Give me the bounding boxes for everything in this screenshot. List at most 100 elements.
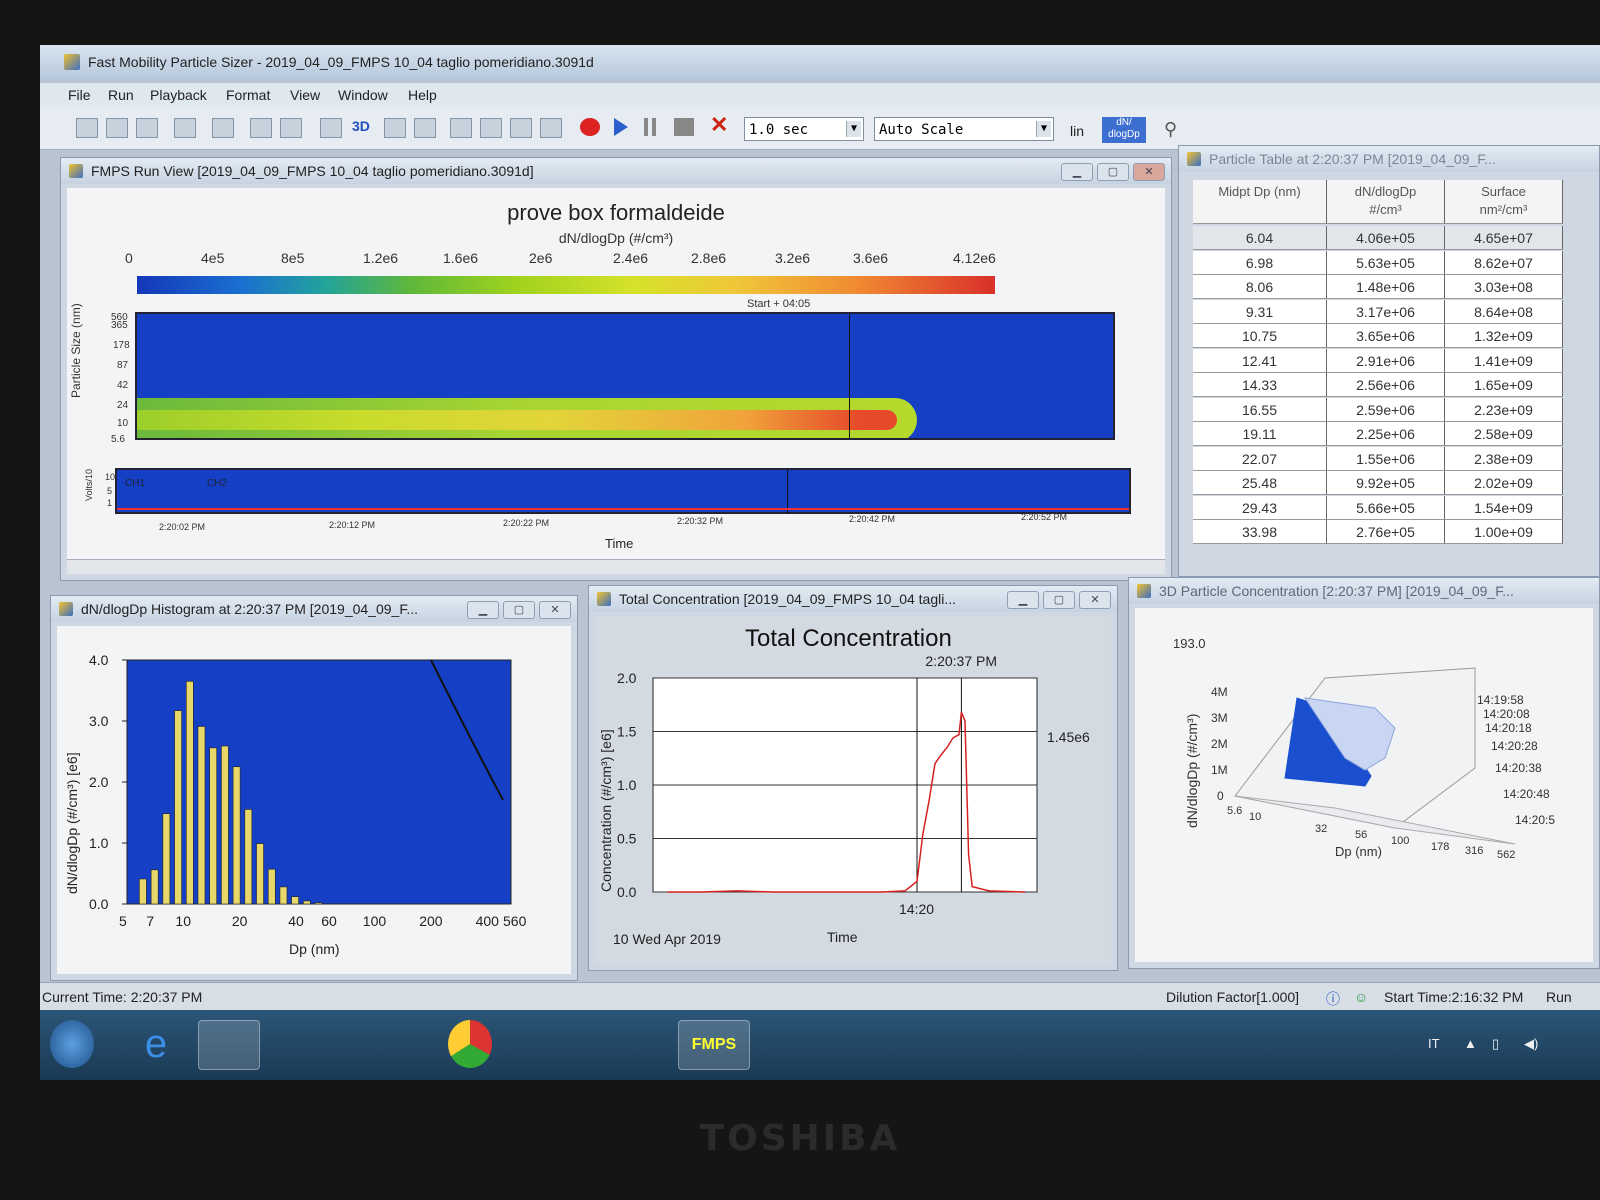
time-cursor-line[interactable] xyxy=(849,314,850,438)
internet-explorer-icon[interactable]: e xyxy=(126,1020,186,1068)
save-icon[interactable] xyxy=(174,118,196,138)
dn-dlogdp-button[interactable]: dN/ dlogDp xyxy=(1102,117,1146,143)
interval-select[interactable]: 1.0 sec ▼ xyxy=(744,117,864,141)
y-tick: 5.6 xyxy=(111,434,125,445)
new-file-icon[interactable] xyxy=(76,118,98,138)
maximize-button[interactable]: ▢ xyxy=(1043,591,1075,609)
report-icon-3[interactable] xyxy=(510,118,532,138)
file-explorer-icon[interactable] xyxy=(198,1020,260,1070)
play-icon[interactable] xyxy=(614,118,628,136)
chevron-down-icon[interactable]: ▼ xyxy=(846,121,861,137)
table-row[interactable]: 22.07 1.55e+06 2.38e+09 xyxy=(1193,446,1573,472)
histogram-window: dN/dlogDp Histogram at 2:20:37 PM [2019_… xyxy=(50,595,578,981)
column-header[interactable]: dN/dlogDp #/cm³ xyxy=(1327,180,1445,224)
media-player-icon[interactable] xyxy=(368,1020,428,1068)
table-row[interactable]: 8.06 1.48e+06 3.03e+08 xyxy=(1193,275,1573,300)
dp-tick: 56 xyxy=(1355,829,1367,841)
table-row[interactable]: 19.11 2.25e+06 2.58e+09 xyxy=(1193,422,1573,447)
table-row[interactable]: 6.04 4.06e+05 4.65e+07 xyxy=(1193,226,1573,251)
stop-icon[interactable] xyxy=(674,118,694,136)
fmps-taskbar-button[interactable]: FMPS xyxy=(678,1020,750,1070)
tray-expand-icon[interactable]: ▲ xyxy=(1464,1036,1477,1051)
print-icon[interactable] xyxy=(250,118,272,138)
table-row[interactable]: 6.98 5.63e+05 8.62e+07 xyxy=(1193,250,1573,276)
minimize-button[interactable]: ▁ xyxy=(1007,591,1039,609)
close-button[interactable]: ✕ xyxy=(1079,591,1111,609)
table-row[interactable]: 14.33 2.56e+06 1.65e+09 xyxy=(1193,373,1573,398)
3d-body: 193.0 dN/dlogDp (#/cm³) 4M 3M 2M 1M 0 Dp… xyxy=(1135,608,1593,962)
column-header[interactable]: Midpt Dp (nm) xyxy=(1193,180,1327,224)
app-icon[interactable] xyxy=(526,1020,586,1068)
table-cell: 6.04 xyxy=(1193,226,1327,250)
time-tick: 14:20:5 xyxy=(1515,813,1555,827)
minimize-button[interactable]: ▁ xyxy=(1061,163,1093,181)
menu-help[interactable]: Help xyxy=(408,87,437,103)
cancel-x-icon[interactable]: ✕ xyxy=(710,114,730,136)
time-tick: 2:20:52 PM xyxy=(1021,512,1068,522)
table-row[interactable]: 25.48 9.92e+05 2.02e+09 xyxy=(1193,471,1573,496)
report-icon-2[interactable] xyxy=(480,118,502,138)
table-row[interactable]: 29.43 5.66e+05 1.54e+09 xyxy=(1193,495,1573,521)
particle-table-titlebar: Particle Table at 2:20:37 PM [2019_04_09… xyxy=(1179,146,1599,172)
report-icon-1[interactable] xyxy=(450,118,472,138)
pause-icon[interactable] xyxy=(644,118,656,136)
chrome-icon[interactable] xyxy=(448,1020,492,1068)
time-tick: 2:20:22 PM xyxy=(503,518,550,528)
chevron-down-icon[interactable]: ▼ xyxy=(1036,121,1051,137)
language-indicator[interactable]: IT xyxy=(1428,1036,1440,1051)
menu-file[interactable]: File xyxy=(68,87,91,103)
horizontal-scrollbar[interactable] xyxy=(67,559,1165,574)
minimize-button[interactable]: ▁ xyxy=(467,601,499,619)
x-tick: 60 xyxy=(321,913,337,929)
table-row[interactable]: 12.41 2.91e+06 1.41e+09 xyxy=(1193,348,1573,374)
menu-playback[interactable]: Playback xyxy=(150,87,207,103)
line-chart-icon[interactable] xyxy=(414,118,436,138)
maximize-button[interactable]: ▢ xyxy=(1097,163,1129,181)
table-row[interactable]: 9.31 3.17e+06 8.64e+08 xyxy=(1193,299,1573,325)
copy-icon[interactable] xyxy=(212,118,234,138)
z-tick: 2M xyxy=(1211,737,1228,751)
open-folder-icon[interactable] xyxy=(106,118,128,138)
table-row[interactable]: 10.75 3.65e+06 1.32e+09 xyxy=(1193,324,1573,349)
menu-format[interactable]: Format xyxy=(226,87,270,103)
table-row[interactable]: 16.55 2.59e+06 2.23e+09 xyxy=(1193,397,1573,423)
table-row[interactable]: 33.98 2.76e+05 1.00e+09 xyxy=(1193,520,1573,545)
folder-icon[interactable] xyxy=(286,1020,346,1068)
menu-view[interactable]: View xyxy=(290,87,320,103)
bar-chart-icon[interactable] xyxy=(320,118,342,138)
lin-toggle[interactable]: lin xyxy=(1070,123,1084,139)
start-button[interactable] xyxy=(50,1020,94,1068)
battery-icon[interactable]: ▯ xyxy=(1492,1036,1499,1052)
maximize-button[interactable]: ▢ xyxy=(503,601,535,619)
time-tick: 14:20:48 xyxy=(1503,787,1550,801)
table-cell: 16.55 xyxy=(1193,397,1327,422)
colorbar-tick: 2.4e6 xyxy=(613,250,649,266)
dp-tick: 316 xyxy=(1465,845,1483,857)
3d-title: 3D Particle Concentration [2:20:37 PM] [… xyxy=(1159,583,1514,599)
pin-icon[interactable]: ⚲ xyxy=(1164,119,1177,140)
window-app-icon[interactable] xyxy=(606,1020,666,1068)
3d-chart: 193.0 dN/dlogDp (#/cm³) 4M 3M 2M 1M 0 Dp… xyxy=(1173,636,1555,861)
menu-run[interactable]: Run xyxy=(108,87,134,103)
close-button[interactable]: ✕ xyxy=(539,601,571,619)
record-icon[interactable] xyxy=(580,118,600,136)
y-tick: 0.0 xyxy=(89,896,109,912)
table-cell: 2.91e+06 xyxy=(1327,348,1445,373)
menu-window[interactable]: Window xyxy=(338,87,388,103)
3d-view-button[interactable]: 3D xyxy=(352,118,372,136)
y-tick: 42 xyxy=(117,380,129,391)
table-icon[interactable] xyxy=(384,118,406,138)
open-archive-icon[interactable] xyxy=(136,118,158,138)
3d-titlebar: 3D Particle Concentration [2:20:37 PM] [… xyxy=(1129,578,1599,604)
table-cell: 5.63e+05 xyxy=(1327,250,1445,275)
volume-icon[interactable]: ◀) xyxy=(1524,1036,1538,1052)
scale-select[interactable]: Auto Scale ▼ xyxy=(874,117,1054,141)
close-button[interactable]: ✕ xyxy=(1133,163,1165,181)
table-cell: 1.65e+09 xyxy=(1445,373,1563,397)
histogram-bar xyxy=(244,809,253,905)
laptop-brand-logo: TOSHIBA xyxy=(699,1118,901,1159)
print-preview-icon[interactable] xyxy=(280,118,302,138)
column-header[interactable]: Surface nm²/cm³ xyxy=(1445,180,1563,224)
report-icon-4[interactable] xyxy=(540,118,562,138)
info-icon[interactable]: ⓘ xyxy=(1326,989,1340,1009)
